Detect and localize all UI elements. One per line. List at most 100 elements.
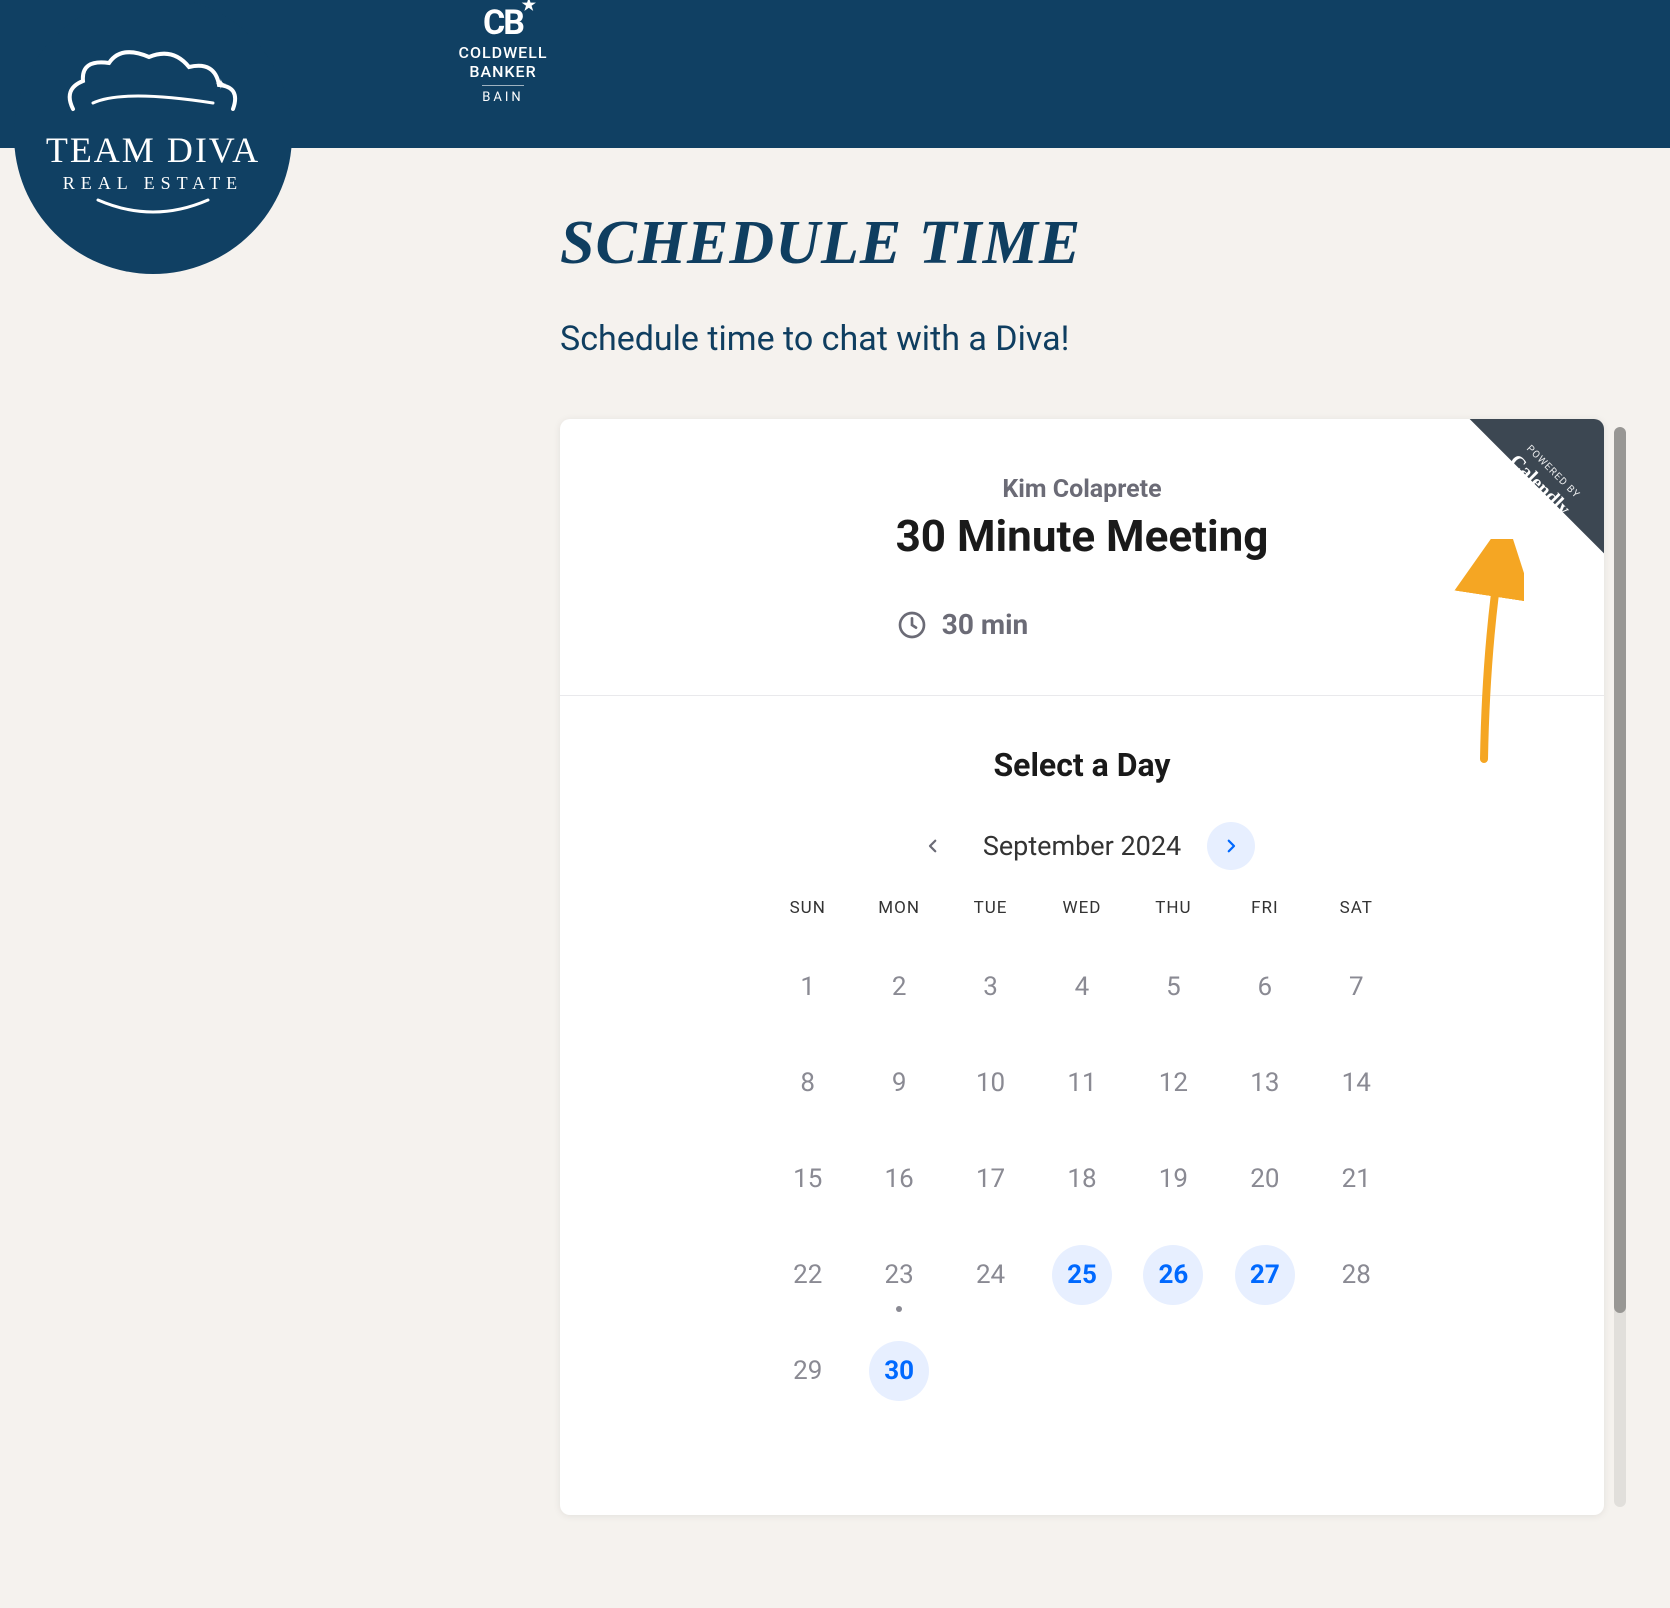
chevron-right-icon <box>1222 837 1240 855</box>
day-number: 6 <box>1235 957 1295 1017</box>
star-icon: ★ <box>522 0 534 12</box>
day-number: 4 <box>1052 957 1112 1017</box>
logo-brand-text: TEAM DIVA <box>46 132 260 168</box>
calendar-day-unavailable: 11 <box>1036 1050 1127 1116</box>
day-number: 20 <box>1235 1149 1295 1209</box>
calendar-day-unavailable: 7 <box>1311 954 1402 1020</box>
calendar-day-unavailable: 22 <box>762 1242 853 1308</box>
scrollbar-thumb[interactable] <box>1614 427 1626 1313</box>
calendar-day-available[interactable]: 25 <box>1036 1242 1127 1308</box>
calendar-grid: SUNMONTUEWEDTHUFRISAT1234567891011121314… <box>762 898 1402 1404</box>
calendar-day-unavailable: 2 <box>853 954 944 1020</box>
calendar-day-unavailable: 5 <box>1128 954 1219 1020</box>
meeting-duration: 30 min <box>896 608 1028 641</box>
calendar-day-unavailable: 13 <box>1219 1050 1310 1116</box>
calendar-day-unavailable: 12 <box>1128 1050 1219 1116</box>
cb-line1: COLDWELL <box>448 43 558 62</box>
calendar-day-unavailable: 23 <box>853 1242 944 1308</box>
day-number: 12 <box>1143 1053 1203 1113</box>
day-number: 27 <box>1235 1245 1295 1305</box>
calendar-day-unavailable: 28 <box>1311 1242 1402 1308</box>
calendar-body: Select a Day September 2024 SUNMONTU <box>560 696 1604 1434</box>
dow-header: MON <box>853 898 944 924</box>
calendar-day-unavailable: 24 <box>945 1242 1036 1308</box>
chevron-left-icon <box>924 837 942 855</box>
day-number: 26 <box>1143 1245 1203 1305</box>
day-number: 1 <box>778 957 838 1017</box>
calendar-day-unavailable: 8 <box>762 1050 853 1116</box>
prev-month-button[interactable] <box>909 822 957 870</box>
day-number: 29 <box>778 1341 838 1401</box>
page-subtitle: Schedule time to chat with a Diva! <box>560 319 1670 359</box>
calendar-day-unavailable: 4 <box>1036 954 1127 1020</box>
widget-header: Kim Colaprete 30 Minute Meeting 30 min P… <box>560 419 1604 696</box>
calendar-day-unavailable: 14 <box>1311 1050 1402 1116</box>
day-number: 23 <box>869 1245 929 1305</box>
day-number: 22 <box>778 1245 838 1305</box>
day-number: 25 <box>1052 1245 1112 1305</box>
calendar-day-unavailable: 21 <box>1311 1146 1402 1212</box>
scrollbar-track[interactable] <box>1614 427 1626 1507</box>
day-number: 30 <box>869 1341 929 1401</box>
month-nav: September 2024 <box>620 822 1544 870</box>
dow-header: SUN <box>762 898 853 924</box>
dow-header: SAT <box>1311 898 1402 924</box>
calendly-widget-wrap: Kim Colaprete 30 Minute Meeting 30 min P… <box>560 419 1604 1515</box>
calendar-day-unavailable: 15 <box>762 1146 853 1212</box>
page-content: SCHEDULE TIME Schedule time to chat with… <box>0 148 1670 1515</box>
day-number: 3 <box>961 957 1021 1017</box>
day-number: 21 <box>1326 1149 1386 1209</box>
day-number: 16 <box>869 1149 929 1209</box>
duration-text: 30 min <box>942 608 1028 641</box>
calendar-day-unavailable: 29 <box>762 1338 853 1404</box>
dow-header: THU <box>1128 898 1219 924</box>
calendar-day-unavailable: 19 <box>1128 1146 1219 1212</box>
cb-monogram: ★ CB <box>448 8 558 39</box>
cloud-icon: ✦ <box>63 49 243 121</box>
day-number: 8 <box>778 1053 838 1113</box>
smile-arc-icon <box>93 198 213 218</box>
day-number: 28 <box>1326 1245 1386 1305</box>
ribbon-small: POWERED BY <box>1492 419 1604 533</box>
calendar-day-available[interactable]: 27 <box>1219 1242 1310 1308</box>
calendar-day-unavailable: 20 <box>1219 1146 1310 1212</box>
logo-sub-text: REAL ESTATE <box>46 174 260 192</box>
calendar-day-available[interactable]: 26 <box>1128 1242 1219 1308</box>
ribbon-big: Calendly <box>1475 420 1604 550</box>
calendar-day-unavailable: 10 <box>945 1050 1036 1116</box>
calendar-day-unavailable: 9 <box>853 1050 944 1116</box>
day-number: 19 <box>1143 1149 1203 1209</box>
cb-line3: BAIN <box>482 85 523 105</box>
clock-icon <box>896 609 928 641</box>
day-number: 7 <box>1326 957 1386 1017</box>
next-month-button[interactable] <box>1207 822 1255 870</box>
select-a-day-heading: Select a Day <box>620 746 1544 784</box>
day-number: 15 <box>778 1149 838 1209</box>
month-label: September 2024 <box>983 830 1181 862</box>
day-number: 17 <box>961 1149 1021 1209</box>
cb-line2: BANKER <box>448 62 558 81</box>
page-title: SCHEDULE TIME <box>560 208 1670 279</box>
day-number: 10 <box>961 1053 1021 1113</box>
day-number: 11 <box>1052 1053 1112 1113</box>
calendar-day-unavailable: 1 <box>762 954 853 1020</box>
calendar-day-available[interactable]: 30 <box>853 1338 944 1404</box>
calendar-day-unavailable: 17 <box>945 1146 1036 1212</box>
dow-header: WED <box>1036 898 1127 924</box>
calendar-day-unavailable: 18 <box>1036 1146 1127 1212</box>
day-number: 5 <box>1143 957 1203 1017</box>
annotation-arrow-icon <box>1454 539 1524 769</box>
calendar-day-unavailable: 16 <box>853 1146 944 1212</box>
calendly-widget: Kim Colaprete 30 Minute Meeting 30 min P… <box>560 419 1604 1515</box>
dow-header: TUE <box>945 898 1036 924</box>
day-number: 18 <box>1052 1149 1112 1209</box>
coldwell-banker-logo[interactable]: ★ CB COLDWELL BANKER BAIN <box>448 8 558 105</box>
dow-header: FRI <box>1219 898 1310 924</box>
day-number: 2 <box>869 957 929 1017</box>
day-number: 24 <box>961 1245 1021 1305</box>
top-nav-bar: ✦ TEAM DIVA REAL ESTATE ★ CB COLDWELL BA… <box>0 0 1670 148</box>
team-diva-logo[interactable]: ✦ TEAM DIVA REAL ESTATE <box>14 0 292 274</box>
day-number: 13 <box>1235 1053 1295 1113</box>
calendar-day-unavailable: 6 <box>1219 954 1310 1020</box>
calendar-day-unavailable: 3 <box>945 954 1036 1020</box>
